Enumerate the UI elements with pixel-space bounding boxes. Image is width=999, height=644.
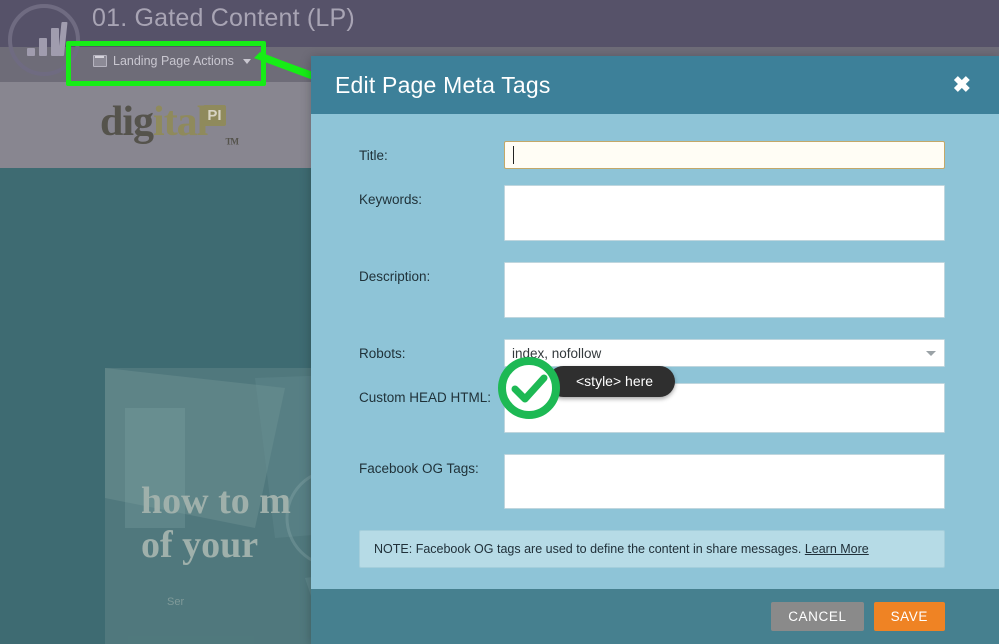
bar-chart-bars-icon	[27, 22, 68, 56]
title-label: Title:	[359, 148, 388, 163]
brand-trademark: TM	[225, 136, 239, 147]
hero-headline: how to m of your	[141, 480, 291, 567]
modal-header: Edit Page Meta Tags ✖	[311, 56, 999, 114]
learn-more-link[interactable]: Learn More	[805, 542, 869, 556]
brand-word-1: dig	[100, 99, 154, 145]
modal-body: Title: Keywords: Description: Robots: in…	[311, 114, 999, 589]
hero-headline-line-2: of your	[141, 523, 259, 566]
brand-badge: PI	[203, 105, 226, 126]
facebook-og-tags-textarea[interactable]	[504, 454, 945, 509]
field-row-robots: Robots: index, nofollow	[359, 339, 945, 367]
field-row-description: Description:	[359, 262, 945, 323]
green-check-badge	[498, 357, 560, 419]
keywords-textarea[interactable]	[504, 185, 945, 241]
bar-chart-circle-icon	[8, 4, 80, 76]
hero-subtext: Ser	[167, 596, 185, 608]
window-icon	[93, 55, 107, 67]
landing-page-actions-button[interactable]: Landing Page Actions	[93, 54, 251, 68]
note-text: Facebook OG tags are used to define the …	[415, 542, 802, 556]
robots-select[interactable]: index, nofollow	[504, 339, 945, 367]
edit-meta-tags-modal: Edit Page Meta Tags ✖ Title: Keywords: D…	[311, 56, 999, 644]
robots-label: Robots:	[359, 346, 406, 361]
field-row-facebook-og-tags: Facebook OG Tags:	[359, 454, 945, 514]
modal-footer: CANCEL SAVE	[311, 589, 999, 644]
style-here-tooltip: <style> here	[548, 366, 676, 397]
landing-page-actions-label: Landing Page Actions	[113, 54, 234, 68]
facebook-og-tags-label: Facebook OG Tags:	[359, 461, 479, 476]
title-input[interactable]	[504, 141, 945, 169]
keywords-label: Keywords:	[359, 192, 423, 207]
screenshot-root: how to m of your Ser Combining with prac…	[0, 0, 999, 644]
digitalpi-logo: digitalPI TM	[100, 98, 239, 147]
page-title: 01. Gated Content (LP)	[92, 4, 355, 32]
save-button[interactable]: SAVE	[873, 602, 945, 631]
cancel-button[interactable]: CANCEL	[771, 602, 864, 631]
description-textarea[interactable]	[504, 262, 945, 318]
facebook-og-note: NOTE: Facebook OG tags are used to defin…	[359, 530, 945, 568]
modal-title: Edit Page Meta Tags	[335, 71, 551, 98]
brand-word-2: ital	[153, 99, 208, 145]
hero-headline-line-1: how to m	[141, 480, 291, 522]
description-label: Description:	[359, 269, 431, 284]
close-icon[interactable]: ✖	[947, 70, 977, 100]
field-row-title: Title:	[359, 141, 945, 169]
caret-down-icon	[242, 58, 251, 64]
note-prefix: NOTE:	[374, 542, 413, 556]
text-cursor	[513, 146, 514, 164]
field-row-keywords: Keywords:	[359, 185, 945, 246]
custom-head-html-label: Custom HEAD HTML:	[359, 390, 492, 405]
